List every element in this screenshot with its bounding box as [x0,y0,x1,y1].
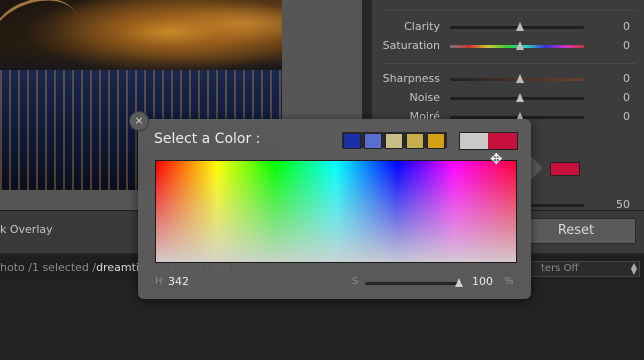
swatch-5[interactable] [427,133,445,149]
color-field[interactable] [155,160,517,263]
close-icon[interactable]: × [129,111,149,131]
previous-color[interactable] [460,133,488,149]
hue-label: H [155,276,163,287]
moire-value[interactable]: 0 [602,110,630,123]
noise-slider[interactable] [450,93,584,102]
chevron-updown-icon: ▲ ▼ [630,261,637,276]
sharpness-slider[interactable] [450,74,584,83]
noise-knob[interactable] [516,93,524,102]
popup-pointer [530,155,542,181]
color-swatch-chip[interactable] [550,162,580,176]
saturation-label: S [352,276,359,287]
saturation-label: Saturation [382,39,440,52]
reset-button[interactable]: Reset [516,218,636,244]
filter-select-label: ters Off [541,263,579,274]
overlay-toggle-label[interactable]: k Overlay [0,223,53,236]
sharpness-knob[interactable] [516,74,524,83]
selection-text: hoto /1 selected / [0,261,97,274]
noise-label: Noise [409,91,440,104]
swatch-4[interactable] [406,133,424,149]
saturation-picker-slider[interactable] [365,282,462,285]
clarity-slider[interactable] [450,22,584,31]
swatch-1[interactable] [343,133,361,149]
current-color[interactable] [488,133,517,149]
hue-value[interactable]: 342 [168,275,189,288]
noise-value[interactable]: 0 [602,91,630,104]
saturation-value[interactable]: 0 [602,39,630,52]
sharpness-value[interactable]: 0 [602,72,630,85]
clarity-value[interactable]: 0 [602,20,630,33]
clarity-knob[interactable] [516,22,524,31]
divider [382,63,636,64]
swatch-3[interactable] [385,133,403,149]
sharpness-label: Sharpness [382,72,440,85]
clarity-label: Clarity [404,20,440,33]
eyedropper-icon[interactable]: ✥ [490,152,503,167]
swatch-2[interactable] [364,133,382,149]
percent-unit: % [504,276,514,287]
saturation-slider[interactable] [450,41,584,50]
saturation-knob[interactable] [516,41,524,50]
saturation-picker-knob[interactable] [455,278,463,287]
saturation-value[interactable]: 100 [472,275,493,288]
color-preview [459,132,518,150]
popup-title: Select a Color : [154,131,261,147]
divider [382,10,636,11]
